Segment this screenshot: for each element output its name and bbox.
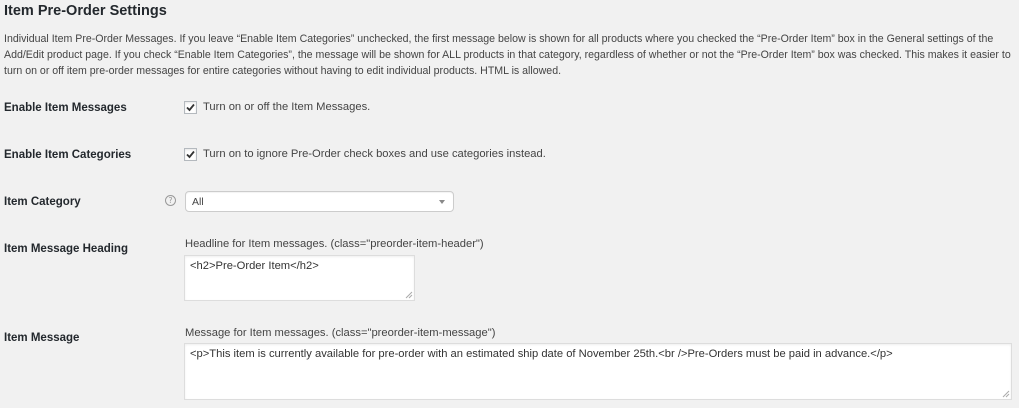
item-message-label: Item Message	[4, 332, 80, 344]
enable-item-messages-checkbox[interactable]	[184, 101, 197, 114]
item-message-textarea[interactable]: <p>This item is currently available for …	[184, 343, 1012, 400]
item-category-selected-value: All	[192, 196, 204, 208]
question-circle-icon[interactable]: ?	[165, 195, 176, 206]
section-description: Individual Item Pre-Order Messages. If y…	[4, 33, 1011, 77]
resize-handle-icon[interactable]	[1001, 389, 1010, 398]
enable-item-categories-label: Enable Item Categories	[4, 149, 132, 161]
enable-item-categories-description: Turn on to ignore Pre-Order check boxes …	[203, 148, 546, 160]
item-category-select[interactable]: All	[185, 191, 454, 212]
chevron-down-icon	[439, 200, 445, 204]
item-message-description: Message for Item messages. (class="preor…	[185, 327, 496, 339]
enable-item-categories-checkbox[interactable]	[184, 148, 197, 161]
item-message-heading-value: <h2>Pre-Order Item</h2>	[190, 260, 319, 272]
item-message-heading-label: Item Message Heading	[4, 243, 128, 255]
item-category-label: Item Category	[4, 196, 81, 208]
item-message-heading-description: Headline for Item messages. (class="preo…	[185, 238, 484, 250]
resize-handle-icon[interactable]	[404, 290, 413, 299]
checkmark-icon	[186, 150, 195, 159]
enable-item-messages-label: Enable Item Messages	[4, 102, 127, 114]
enable-item-messages-description: Turn on or off the Item Messages.	[203, 101, 371, 113]
item-message-value: <p>This item is currently available for …	[190, 348, 893, 360]
item-message-heading-textarea[interactable]: <h2>Pre-Order Item</h2>	[184, 255, 415, 301]
checkmark-icon	[186, 103, 195, 112]
section-title: Item Pre-Order Settings	[4, 3, 167, 19]
